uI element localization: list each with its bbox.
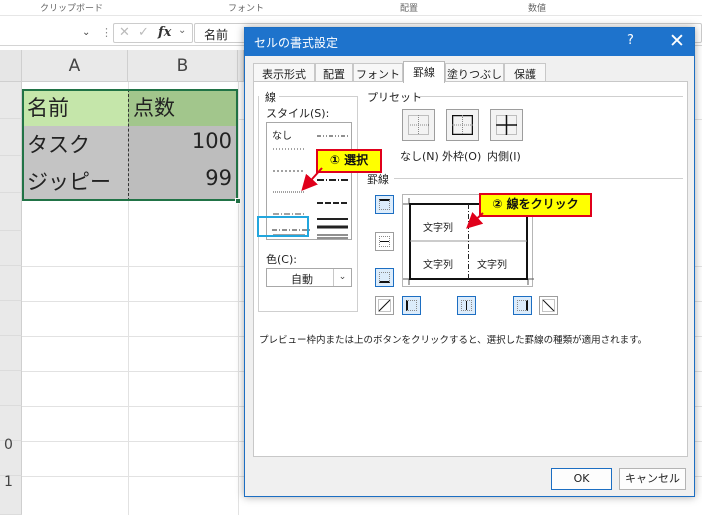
color-select[interactable]: 自動 ⌄ xyxy=(266,268,352,287)
row-header[interactable] xyxy=(0,406,22,441)
border-right-icon xyxy=(517,300,528,311)
color-value: 自動 xyxy=(291,273,313,286)
row-header[interactable] xyxy=(0,371,22,406)
enter-entry-icon[interactable]: ✓ xyxy=(138,25,149,40)
selected-line-style-highlight xyxy=(257,216,309,237)
cell-a1[interactable]: 名前 xyxy=(22,89,128,126)
border-bottom-icon xyxy=(379,272,390,283)
tab-border[interactable]: 罫線 xyxy=(403,61,445,83)
cell-b3[interactable]: 99 xyxy=(128,163,238,201)
ribbon-label-font: フォント xyxy=(228,4,265,14)
ribbon-label-clipboard: クリップボード xyxy=(40,4,104,14)
tab-fill[interactable]: 塗りつぶし xyxy=(445,63,504,82)
cell-b2[interactable]: 100 xyxy=(128,126,238,163)
border-inside-horizontal-icon xyxy=(379,236,390,247)
preset-inside-icon xyxy=(496,115,517,135)
cell-a3[interactable]: ジッピー xyxy=(22,163,128,201)
ribbon-label-number: 数値 xyxy=(528,4,547,14)
format-cells-dialog: セルの書式設定 ? ✕ 表示形式 配置 フォント 罫線 塗りつぶし 保護 線 ス… xyxy=(244,27,695,497)
name-box-dropdown[interactable]: ⌄ xyxy=(82,27,90,38)
preset-outline-label: 外枠(O) xyxy=(442,150,482,163)
border-top-icon xyxy=(379,199,390,210)
formula-bar-grip: ⋮ xyxy=(101,26,112,39)
border-right-button[interactable] xyxy=(513,296,532,315)
dialog-title: セルの書式設定 xyxy=(254,36,339,50)
preset-group-label: プリセット xyxy=(367,91,422,104)
preview-cell-text: 文字列 xyxy=(477,260,507,271)
preset-inside-button[interactable] xyxy=(490,109,523,141)
help-button[interactable]: ? xyxy=(627,33,634,48)
formula-bar-buttons: ✕ ✓ fx ⌄ xyxy=(113,23,193,43)
tab-protection[interactable]: 保護 xyxy=(504,63,546,82)
border-inside-horizontal-button[interactable] xyxy=(375,232,394,251)
preview-cell-text: 文字列 xyxy=(423,223,453,234)
fill-handle[interactable] xyxy=(235,198,241,204)
callout-select: ① 選択 xyxy=(316,149,382,173)
preset-none-icon xyxy=(408,115,429,135)
ribbon-group-labels: クリップボード フォント 配置 数値 xyxy=(0,0,702,16)
tab-number-format[interactable]: 表示形式 xyxy=(253,63,315,82)
diagonal-down-icon xyxy=(542,299,555,312)
border-inside-vertical-button[interactable] xyxy=(457,296,476,315)
row-header[interactable] xyxy=(0,266,22,301)
column-header-a[interactable]: A xyxy=(22,50,128,82)
border-diagonal-down-button[interactable] xyxy=(539,296,558,315)
callout-click-line: ② 線をクリック xyxy=(479,193,592,217)
dashed-cell-border xyxy=(128,89,129,201)
row-header[interactable] xyxy=(0,301,22,336)
select-all-corner[interactable] xyxy=(0,50,22,82)
row-header[interactable] xyxy=(0,231,22,266)
chevron-down-icon[interactable]: ⌄ xyxy=(333,269,351,286)
cancel-button[interactable]: キャンセル xyxy=(619,468,686,490)
row-header[interactable] xyxy=(0,193,22,231)
row-header[interactable] xyxy=(0,336,22,371)
line-group-label: 線 xyxy=(265,91,276,104)
preset-none-button[interactable] xyxy=(402,109,435,141)
border-top-button[interactable] xyxy=(375,195,394,214)
border-hint-text: プレビュー枠内または上のボタンをクリックすると、選択した罫線の種類が適用されます… xyxy=(259,335,648,346)
preset-none-label: なし(N) xyxy=(400,150,439,163)
tab-alignment[interactable]: 配置 xyxy=(315,63,353,82)
border-bottom-button[interactable] xyxy=(375,268,394,287)
cell-b1[interactable]: 点数 xyxy=(128,89,238,126)
tab-font[interactable]: フォント xyxy=(353,63,403,82)
border-group-label: 罫線 xyxy=(367,173,389,186)
preset-inside-label: 内側(I) xyxy=(487,150,521,163)
ribbon-label-alignment: 配置 xyxy=(400,4,419,14)
diagonal-up-icon xyxy=(378,299,391,312)
row-header[interactable] xyxy=(0,156,22,193)
ok-button[interactable]: OK xyxy=(551,468,612,490)
color-label: 色(C): xyxy=(266,253,297,266)
border-left-button[interactable] xyxy=(402,296,421,315)
border-inside-vertical-icon xyxy=(461,300,472,311)
fx-dropdown-icon[interactable]: ⌄ xyxy=(178,25,186,36)
row-number: 1 xyxy=(4,474,13,490)
insert-function-icon[interactable]: fx xyxy=(158,25,171,40)
preset-outline-icon xyxy=(452,115,473,135)
cell-a2[interactable]: タスク xyxy=(22,126,128,163)
row-number: 0 xyxy=(4,437,13,453)
close-button[interactable]: ✕ xyxy=(663,29,691,53)
border-left-icon xyxy=(406,300,417,311)
style-label: スタイル(S): xyxy=(266,107,330,120)
formula-value: 名前 xyxy=(204,28,229,42)
border-tab-panel: 線 スタイル(S): なし 色(C): 自動 ⌄ プリセット なし(N) 外枠(… xyxy=(253,81,688,457)
column-header-b[interactable]: B xyxy=(128,50,238,82)
preview-cell-text: 文字列 xyxy=(423,260,453,271)
dialog-titlebar[interactable]: セルの書式設定 ? ✕ xyxy=(245,28,694,56)
row-header[interactable] xyxy=(0,119,22,156)
border-diagonal-up-button[interactable] xyxy=(375,296,394,315)
dialog-tabs: 表示形式 配置 フォント 罫線 塗りつぶし 保護 xyxy=(253,61,688,83)
preset-outline-button[interactable] xyxy=(446,109,479,141)
cancel-entry-icon[interactable]: ✕ xyxy=(119,25,130,40)
row-header[interactable] xyxy=(0,82,22,119)
